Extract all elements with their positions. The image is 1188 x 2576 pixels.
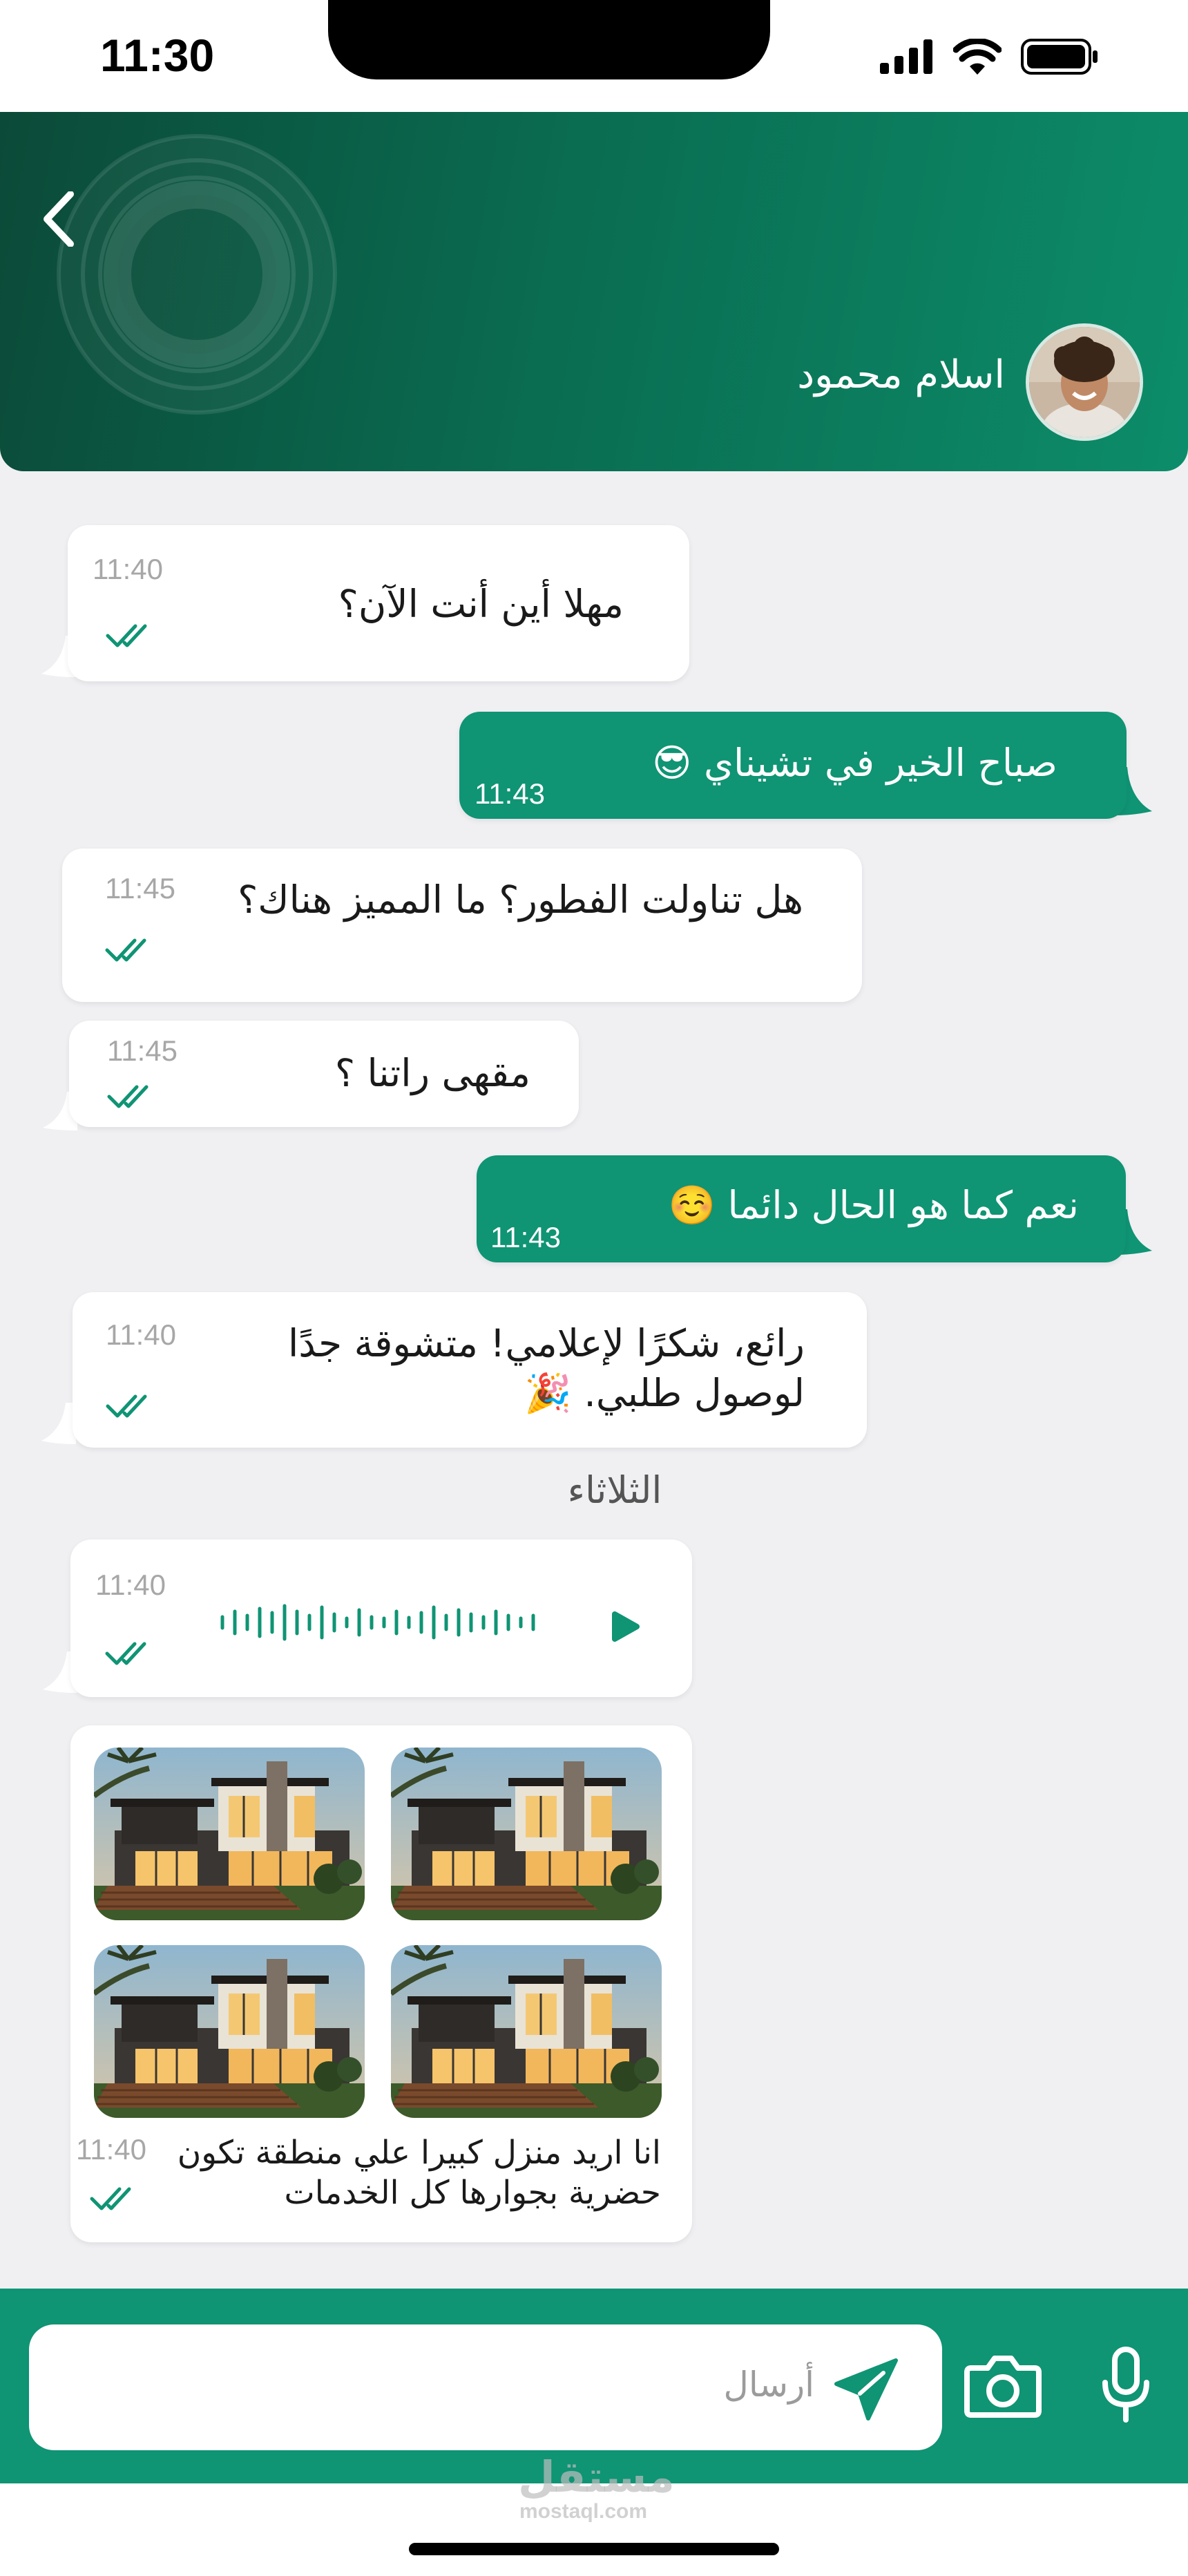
play-button[interactable] [604, 1606, 645, 1647]
contact-name[interactable]: اسلام محمود [797, 352, 1005, 397]
double-check-icon [105, 1642, 146, 1665]
message-bubble-incoming[interactable]: مهلا أين أنت الآن؟ 11:40 [68, 525, 689, 681]
message-bubble-incoming[interactable]: رائع، شكرًا لإعلامي! متشوقة جدًا لوصول ط… [73, 1292, 867, 1448]
wifi-icon [953, 39, 1002, 75]
chat-header: اسلام محمود [0, 112, 1188, 471]
play-icon [612, 1611, 640, 1642]
message-bubble-outgoing[interactable]: صباح الخير في تشيناي 😎 11:43 [459, 712, 1127, 819]
status-time: 11:30 [100, 30, 215, 81]
voice-message-bubble[interactable]: 11:40 [70, 1540, 692, 1697]
camera-button[interactable] [961, 2347, 1044, 2423]
double-check-icon [105, 938, 146, 962]
image-message-bubble[interactable]: انا اريد منزل كبيرا علي منطقة تكون حضرية… [70, 1725, 692, 2242]
message-time: 11:40 [93, 553, 163, 585]
message-time: 11:40 [106, 1318, 176, 1351]
house-photo[interactable] [94, 1945, 365, 2118]
send-icon [834, 2358, 898, 2421]
message-text: نعم كما هو الحال دائما ☺️ [668, 1183, 1079, 1227]
message-time: 11:45 [105, 872, 175, 905]
message-bubble-incoming[interactable]: هل تناولت الفطور؟ ما المميز هناك؟ 11:45 [62, 849, 862, 1002]
microphone-button[interactable] [1098, 2344, 1153, 2427]
battery-icon [1021, 39, 1098, 75]
message-time: 11:40 [95, 1569, 166, 1601]
home-indicator[interactable] [409, 2543, 779, 2555]
user-photo-icon [1029, 327, 1140, 437]
avatar[interactable] [1026, 323, 1143, 441]
chevron-left-icon [44, 191, 74, 247]
message-text: هل تناولت الفطور؟ ما المميز هناك؟ [238, 878, 803, 922]
message-text: صباح الخير في تشيناي 😎 [652, 741, 1057, 785]
watermark-url: mostaql.com [519, 2500, 648, 2523]
message-bubble-outgoing[interactable]: نعم كما هو الحال دائما ☺️ 11:43 [477, 1155, 1126, 1262]
message-text: مهلا أين أنت الآن؟ [338, 582, 624, 626]
double-check-icon [106, 1394, 147, 1418]
message-text: مقهى راتنا ؟ [334, 1051, 530, 1095]
message-bubble-incoming[interactable]: مقهى راتنا ؟ 11:45 [69, 1021, 579, 1127]
camera-icon [964, 2356, 1042, 2418]
day-separator: الثلاثاء [567, 1468, 662, 1512]
signal-icon [880, 39, 932, 74]
message-time: 11:43 [475, 777, 545, 810]
message-time: 11:45 [107, 1034, 178, 1067]
house-photo[interactable] [94, 1748, 365, 1920]
microphone-icon [1102, 2347, 1149, 2423]
send-button[interactable] [828, 2352, 904, 2428]
status-icons [880, 36, 1098, 77]
double-check-icon [107, 1085, 148, 1108]
waveform [220, 1604, 535, 1641]
decorative-rings [57, 134, 337, 415]
back-button[interactable] [31, 181, 86, 257]
message-time: 11:40 [76, 2133, 146, 2166]
watermark-logo: مستقل [518, 2452, 675, 2502]
house-photo[interactable] [391, 1945, 662, 2118]
message-text: انا اريد منزل كبيرا علي منطقة تكون حضرية… [177, 2134, 661, 2212]
device-notch [328, 0, 770, 79]
message-text: رائع، شكرًا لإعلامي! متشوقة جدًا لوصول ط… [287, 1321, 805, 1415]
status-bar: 11:30 [0, 0, 1188, 114]
message-time: 11:43 [490, 1221, 561, 1253]
house-photo[interactable] [391, 1748, 662, 1920]
message-input[interactable]: أرسال [29, 2324, 942, 2450]
bubble-tail [41, 1403, 76, 1444]
double-check-icon [106, 624, 147, 647]
input-placeholder: أرسال [723, 2365, 815, 2405]
double-check-icon [90, 2187, 131, 2210]
